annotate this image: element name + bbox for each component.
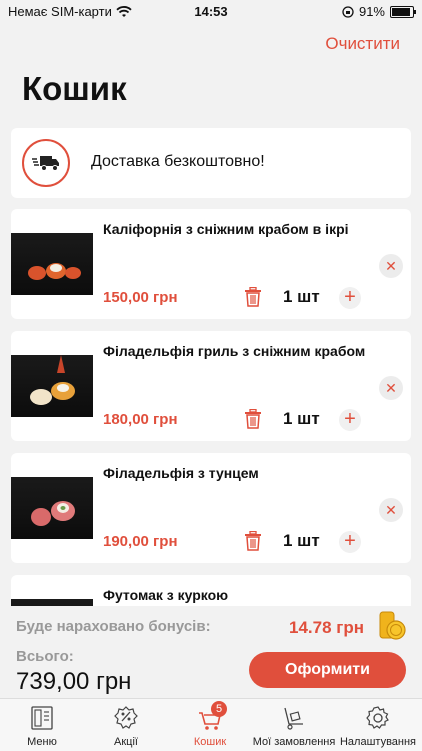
battery-percent: 91% bbox=[358, 4, 385, 19]
bonus-label: Буде нараховано бонусів: bbox=[16, 618, 211, 635]
item-quantity: 1 шт bbox=[283, 531, 320, 550]
item-quantity: 1 шт bbox=[283, 287, 320, 306]
tab-label: Мої замовлення bbox=[252, 736, 336, 748]
tab-label: Меню bbox=[27, 736, 57, 748]
cart-item: Філадельфія з тунцем 190,00 грн 1 шт + ✕ bbox=[11, 453, 411, 563]
item-name: Філадельфія з тунцем bbox=[103, 465, 259, 481]
item-price: 190,00 грн bbox=[103, 533, 178, 550]
remove-item-button[interactable]: ✕ bbox=[379, 498, 403, 522]
percent-badge-icon bbox=[114, 706, 138, 729]
status-bar: Немає SIM-карти 14:53 91% bbox=[0, 0, 422, 24]
item-image bbox=[11, 599, 93, 606]
order-summary: Буде нараховано бонусів: 14.78 грн Всьог… bbox=[0, 606, 422, 698]
cart-item: Каліфорнія з сніжним крабом в ікрі 150,0… bbox=[11, 209, 411, 319]
increase-quantity-button[interactable]: + bbox=[339, 287, 361, 309]
hand-truck-icon bbox=[284, 707, 303, 730]
page-title: Кошик bbox=[22, 70, 127, 107]
orientation-lock-icon bbox=[342, 5, 354, 18]
delivery-info-card: Доставка безкоштовно! bbox=[11, 128, 411, 198]
remove-item-button[interactable]: ✕ bbox=[379, 254, 403, 278]
cart-item: Футомак з куркою bbox=[11, 575, 411, 606]
tab-my-orders[interactable]: Мої замовлення bbox=[252, 699, 336, 751]
delivery-truck-icon bbox=[22, 139, 70, 187]
tab-label: Кошик bbox=[193, 736, 227, 748]
battery-icon bbox=[390, 5, 416, 18]
increase-quantity-button[interactable]: + bbox=[339, 409, 361, 431]
tab-bar: Меню Акції 5 Кошик Мої замовлення Налашт… bbox=[0, 698, 422, 751]
tab-promotions[interactable]: Акції bbox=[84, 699, 168, 751]
tab-label: Налаштування bbox=[339, 736, 417, 748]
item-price: 150,00 грн bbox=[103, 289, 178, 306]
gear-icon bbox=[366, 706, 389, 729]
trash-icon[interactable] bbox=[244, 287, 262, 307]
tab-settings[interactable]: Налаштування bbox=[336, 699, 420, 751]
item-name: Каліфорнія з сніжним крабом в ікрі bbox=[103, 221, 349, 237]
total-label: Всього: bbox=[16, 648, 74, 665]
coin-stack-icon bbox=[379, 611, 406, 640]
status-bar-right: 91% bbox=[342, 4, 416, 19]
checkout-button[interactable]: Оформити bbox=[249, 652, 406, 688]
item-price: 180,00 грн bbox=[103, 411, 178, 428]
item-name: Футомак з куркою bbox=[103, 587, 229, 603]
cart-item: Філадельфія гриль з сніжним крабом 180,0… bbox=[11, 331, 411, 441]
clear-cart-button[interactable]: Очистити bbox=[325, 34, 400, 54]
cart-count-badge: 5 bbox=[211, 701, 227, 717]
tab-label: Акції bbox=[114, 736, 138, 748]
trash-icon[interactable] bbox=[244, 409, 262, 429]
bonus-value: 14.78 грн bbox=[289, 618, 364, 637]
tab-menu[interactable]: Меню bbox=[0, 699, 84, 751]
menu-book-icon bbox=[31, 706, 53, 730]
trash-icon[interactable] bbox=[244, 531, 262, 551]
item-name: Філадельфія гриль з сніжним крабом bbox=[103, 343, 366, 359]
cart-list[interactable]: Доставка безкоштовно! Каліфорнія з сніжн… bbox=[0, 128, 422, 606]
delivery-text: Доставка безкоштовно! bbox=[91, 153, 265, 170]
total-value: 739,00 грн bbox=[16, 668, 132, 695]
remove-item-button[interactable]: ✕ bbox=[379, 376, 403, 400]
item-image bbox=[11, 233, 93, 295]
item-image bbox=[11, 355, 93, 417]
item-image bbox=[11, 477, 93, 539]
item-quantity: 1 шт bbox=[283, 409, 320, 428]
tab-cart[interactable]: 5 Кошик bbox=[168, 699, 252, 751]
increase-quantity-button[interactable]: + bbox=[339, 531, 361, 553]
